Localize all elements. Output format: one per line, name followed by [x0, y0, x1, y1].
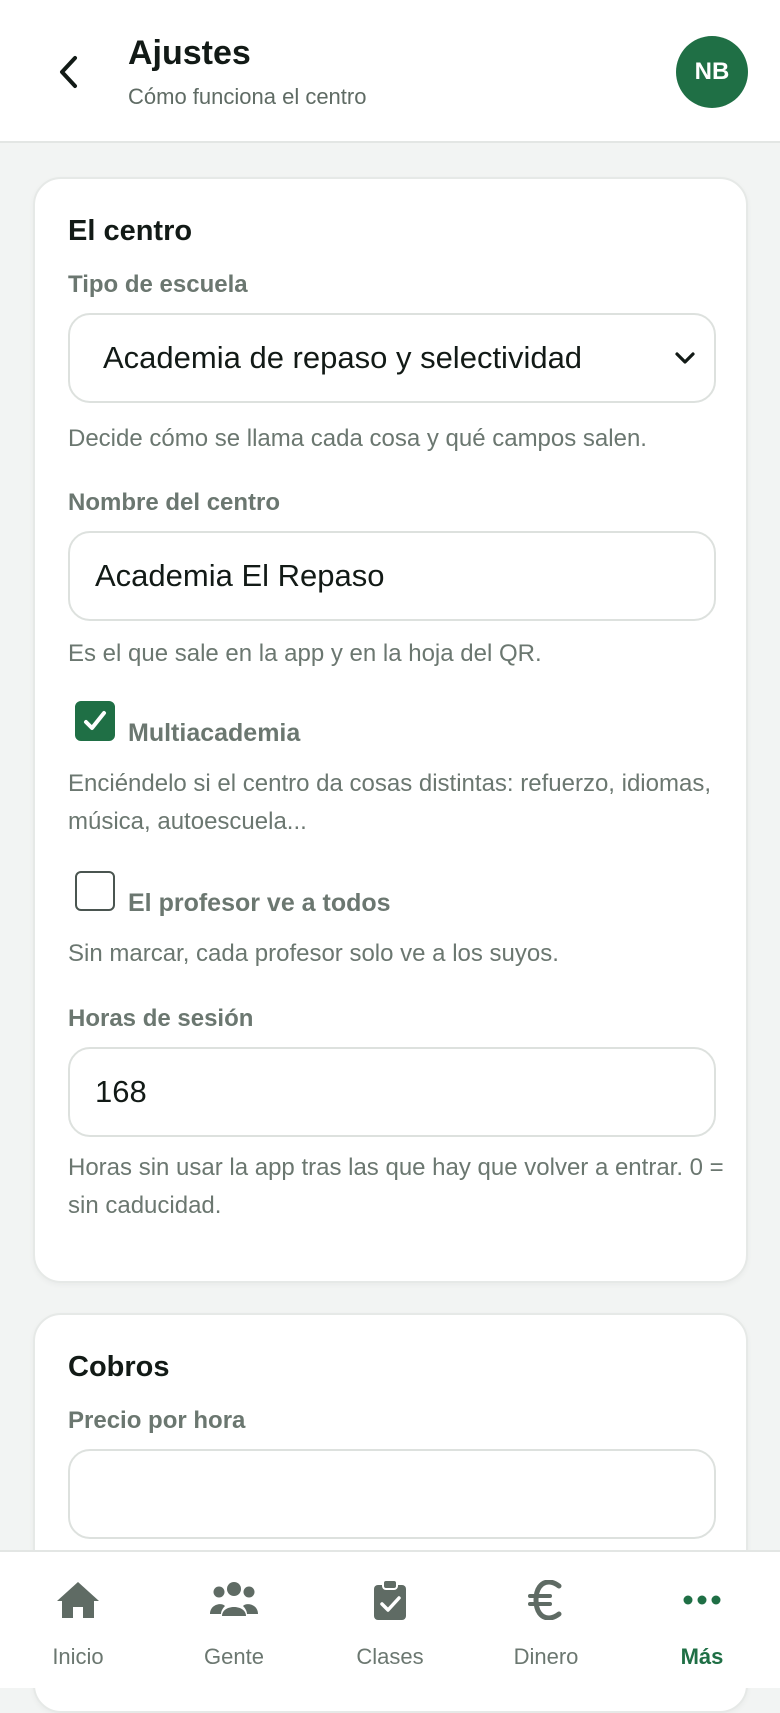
chevron-down-icon: [675, 352, 695, 364]
home-icon: [52, 1578, 104, 1622]
multiacademia-help: Enciéndelo si el centro da cosas distint…: [68, 770, 711, 835]
nav-item-inicio[interactable]: Inicio: [0, 1552, 156, 1690]
bottom-navigation: Inicio Gente Clases Dinero Más: [0, 1550, 780, 1688]
back-button[interactable]: [46, 46, 90, 98]
session-hours-input[interactable]: 168: [68, 1047, 716, 1137]
price-per-hour-label: Precio por hora: [68, 1407, 246, 1434]
page-title: Ajustes: [128, 34, 251, 72]
teacher-sees-all-label[interactable]: El profesor ve a todos: [128, 889, 391, 918]
clipboard-check-icon: [364, 1578, 416, 1622]
school-type-value: Academia de repaso y selectividad: [103, 340, 583, 375]
school-type-label: Tipo de escuela: [68, 271, 248, 298]
nav-item-gente[interactable]: Gente: [156, 1552, 312, 1690]
school-type-help: Decide cómo se llama cada cosa y qué cam…: [68, 425, 647, 452]
checkmark-icon: [84, 711, 106, 730]
session-hours-help: Horas sin usar la app tras las que hay q…: [68, 1154, 724, 1219]
nav-label-gente: Gente: [204, 1644, 264, 1669]
multiacademia-checkbox[interactable]: [75, 701, 115, 741]
center-name-label: Nombre del centro: [68, 489, 281, 516]
price-per-hour-input[interactable]: [68, 1449, 716, 1539]
teacher-sees-all-help: Sin marcar, cada profesor solo ve a los …: [68, 940, 559, 967]
nav-item-clases[interactable]: Clases: [312, 1552, 468, 1690]
center-name-input[interactable]: Academia El Repaso: [68, 531, 716, 621]
nav-item-mas[interactable]: Más: [624, 1552, 780, 1690]
euro-icon: [520, 1578, 572, 1622]
more-dots-icon: [676, 1578, 728, 1622]
nav-label-dinero: Dinero: [513, 1644, 579, 1669]
nav-label-mas: Más: [680, 1644, 724, 1669]
center-name-help: Es el que sale en la app y en la hoja de…: [68, 640, 542, 667]
school-type-select[interactable]: Academia de repaso y selectividad: [68, 313, 716, 403]
people-icon: [208, 1578, 260, 1622]
nav-label-inicio: Inicio: [52, 1644, 104, 1669]
top-header: Ajustes Cómo funciona el centro NB: [0, 0, 780, 143]
center-settings-card: El centro Tipo de escuela Academia de re…: [33, 177, 748, 1283]
teacher-sees-all-checkbox[interactable]: [75, 871, 115, 911]
session-hours-label: Horas de sesión: [68, 1005, 254, 1032]
chevron-left-icon: [60, 56, 77, 88]
avatar[interactable]: NB: [676, 36, 748, 108]
multiacademia-label[interactable]: Multiacademia: [128, 719, 300, 748]
page-subtitle: Cómo funciona el centro: [128, 84, 367, 109]
section-title-cobros: Cobros: [68, 1351, 170, 1383]
section-title-centro: El centro: [68, 215, 193, 247]
nav-item-dinero[interactable]: Dinero: [468, 1552, 624, 1690]
nav-label-clases: Clases: [356, 1644, 424, 1669]
